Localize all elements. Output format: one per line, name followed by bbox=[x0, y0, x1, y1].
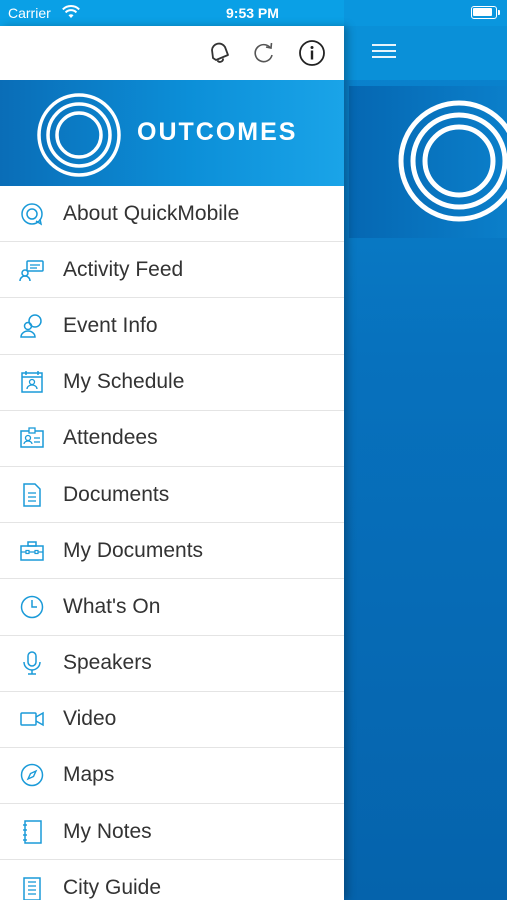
menu-item-whats-on[interactable]: What's On bbox=[0, 579, 344, 636]
status-bar: Carrier 9:53 PM bbox=[0, 0, 507, 26]
attendees-icon bbox=[19, 425, 45, 451]
menu-item-about-quickmobile[interactable]: About QuickMobile bbox=[0, 186, 344, 243]
menu-item-speakers[interactable]: Speakers bbox=[0, 635, 344, 692]
battery-icon bbox=[471, 6, 500, 19]
menu-item-label: Attendees bbox=[63, 426, 158, 450]
video-camera-icon bbox=[19, 706, 45, 732]
menu-item-label: My Schedule bbox=[63, 370, 185, 394]
drawer-toolbar bbox=[0, 26, 344, 80]
outcomes-logo-icon bbox=[37, 93, 121, 177]
menu-item-activity-feed[interactable]: Activity Feed bbox=[0, 242, 344, 299]
hamburger-menu-icon[interactable] bbox=[372, 40, 396, 62]
event-info-icon bbox=[19, 313, 45, 339]
menu-item-label: Maps bbox=[63, 763, 115, 787]
info-icon[interactable] bbox=[297, 38, 327, 68]
clock-icon bbox=[19, 594, 45, 620]
briefcase-icon bbox=[19, 538, 45, 564]
refresh-icon[interactable] bbox=[249, 38, 279, 68]
main-top-bar bbox=[344, 26, 507, 80]
menu-item-label: Documents bbox=[63, 482, 170, 506]
brand-title: OUTCOMES bbox=[137, 118, 298, 146]
clock-label: 9:53 PM bbox=[226, 5, 279, 21]
menu-item-event-info[interactable]: Event Info bbox=[0, 298, 344, 355]
wifi-icon bbox=[62, 5, 80, 18]
menu-item-label: City Guide bbox=[63, 875, 162, 899]
menu-item-label: My Documents bbox=[63, 538, 204, 562]
notebook-icon bbox=[19, 819, 45, 845]
bell-icon[interactable] bbox=[204, 38, 234, 68]
compass-icon bbox=[19, 762, 45, 788]
menu-item-label: Activity Feed bbox=[63, 257, 184, 281]
menu-item-label: My Notes bbox=[63, 819, 152, 843]
menu-item-label: About QuickMobile bbox=[63, 201, 240, 225]
document-icon bbox=[19, 482, 45, 508]
brand-banner: OUTCOMES bbox=[0, 80, 344, 186]
menu-item-documents[interactable]: Documents bbox=[0, 466, 344, 524]
navigation-drawer: OUTCOMES About QuickMobile Activity Feed… bbox=[0, 26, 344, 900]
activity-feed-icon bbox=[19, 257, 45, 283]
menu-item-label: Speakers bbox=[63, 651, 152, 675]
outcomes-logo-icon bbox=[398, 100, 507, 222]
main-banner bbox=[349, 86, 507, 238]
menu-item-label: Video bbox=[63, 707, 117, 731]
drawer-menu: About QuickMobile Activity Feed Event In… bbox=[0, 186, 344, 900]
menu-item-video[interactable]: Video bbox=[0, 691, 344, 748]
carrier-label: Carrier bbox=[8, 5, 51, 21]
menu-item-my-schedule[interactable]: My Schedule bbox=[0, 354, 344, 411]
menu-item-my-notes[interactable]: My Notes bbox=[0, 804, 344, 861]
building-icon bbox=[19, 875, 45, 900]
menu-item-label: Event Info bbox=[63, 313, 158, 337]
menu-item-city-guide[interactable]: City Guide bbox=[0, 860, 344, 900]
microphone-icon bbox=[19, 650, 45, 676]
quickmobile-icon bbox=[19, 201, 45, 227]
menu-item-my-documents[interactable]: My Documents bbox=[0, 523, 344, 580]
menu-item-attendees[interactable]: Attendees bbox=[0, 410, 344, 467]
menu-item-label: What's On bbox=[63, 594, 161, 618]
calendar-icon bbox=[19, 369, 45, 395]
menu-item-maps[interactable]: Maps bbox=[0, 747, 344, 805]
